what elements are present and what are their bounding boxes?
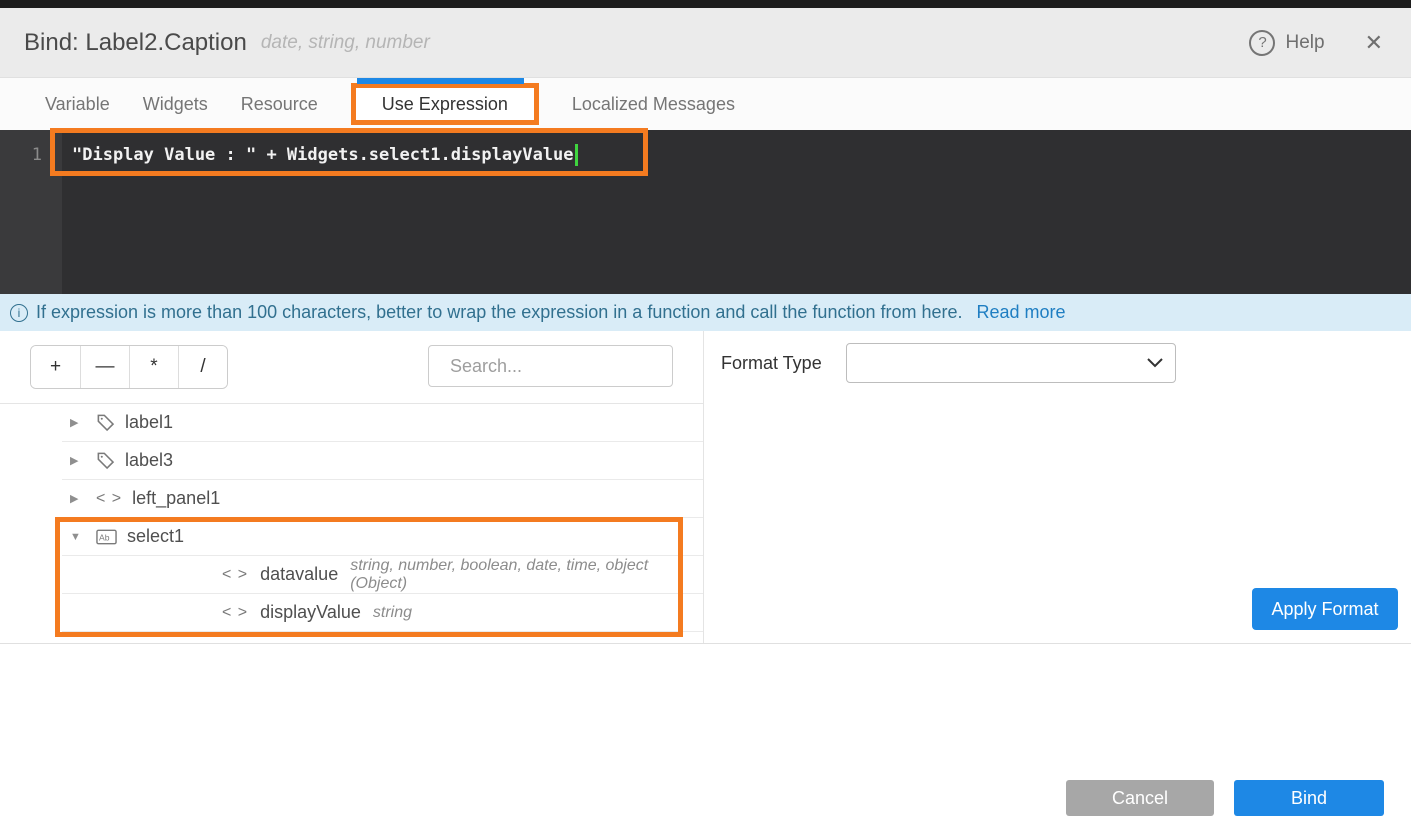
- tree-row-left-panel1[interactable]: ▶ < > left_panel1: [62, 480, 703, 518]
- tree-item-label[interactable]: displayValue: [260, 602, 361, 623]
- info-message: If expression is more than 100 character…: [36, 302, 963, 323]
- divide-operator-button[interactable]: /: [178, 346, 227, 388]
- select-widget-icon: Ab: [96, 529, 117, 545]
- search-box[interactable]: [428, 345, 673, 387]
- tree-item-label[interactable]: left_panel1: [132, 488, 220, 509]
- main-area: + — * / ▶: [0, 331, 1411, 643]
- help-label[interactable]: Help: [1285, 32, 1324, 54]
- tree-row-datavalue[interactable]: < > datavalue string, number, boolean, d…: [62, 556, 703, 594]
- bind-dialog: Bind: Label2.Caption date, string, numbe…: [0, 0, 1411, 838]
- tag-icon: [96, 451, 115, 470]
- dialog-footer: Cancel Bind: [0, 643, 1411, 838]
- format-type-label: Format Type: [721, 353, 822, 374]
- text-cursor: [575, 144, 578, 166]
- dialog-titlebar: Bind: Label2.Caption date, string, numbe…: [0, 8, 1411, 78]
- widget-tree: ▶ label1 ▶ label3: [0, 404, 703, 632]
- plus-operator-button[interactable]: +: [31, 346, 80, 388]
- tree-row-displayvalue[interactable]: < > displayValue string: [62, 594, 703, 632]
- minus-operator-button[interactable]: —: [80, 346, 129, 388]
- tree-row-label1[interactable]: ▶ label1: [62, 404, 703, 442]
- cancel-button[interactable]: Cancel: [1066, 780, 1214, 816]
- line-number: 1: [0, 145, 62, 165]
- info-icon: i: [10, 304, 28, 322]
- tab-resource[interactable]: Resource: [241, 94, 318, 115]
- tree-item-label[interactable]: datavalue: [260, 564, 338, 585]
- multiply-operator-button[interactable]: *: [129, 346, 178, 388]
- operator-button-group: + — * /: [30, 345, 228, 389]
- tab-variable[interactable]: Variable: [45, 94, 110, 115]
- help-button[interactable]: ? Help: [1249, 30, 1324, 56]
- dialog-subtitle-types: date, string, number: [261, 32, 430, 54]
- tree-item-label[interactable]: select1: [127, 526, 184, 547]
- tree-row-select1[interactable]: ▼ Ab select1: [62, 518, 703, 556]
- active-tab-indicator: [357, 78, 524, 84]
- background-app-strip: [0, 0, 1411, 8]
- format-type-select-wrap: [846, 343, 1176, 383]
- tab-use-expression[interactable]: Use Expression: [351, 83, 539, 125]
- close-icon[interactable]: ✕: [1365, 30, 1383, 56]
- tree-item-label[interactable]: label3: [125, 450, 173, 471]
- type-hint: string, number, boolean, date, time, obj…: [350, 557, 703, 593]
- tab-widgets[interactable]: Widgets: [143, 94, 208, 115]
- svg-text:Ab: Ab: [99, 532, 110, 542]
- property-icon: < >: [222, 566, 248, 584]
- tree-toolbar: + — * /: [0, 331, 703, 404]
- expand-arrow-icon[interactable]: ▶: [70, 454, 84, 467]
- expand-arrow-icon[interactable]: ▶: [70, 492, 84, 505]
- format-panel: Format Type Apply Format: [704, 331, 1411, 643]
- apply-format-button[interactable]: Apply Format: [1252, 588, 1398, 630]
- editor-line-1[interactable]: 1 "Display Value : " + Widgets.select1.d…: [0, 130, 1411, 176]
- tree-row-label3[interactable]: ▶ label3: [62, 442, 703, 480]
- info-bar: i If expression is more than 100 charact…: [0, 294, 1411, 331]
- dialog-title: Bind: Label2.Caption: [24, 29, 247, 57]
- tab-bar: Variable Widgets Resource Use Expression…: [0, 78, 1411, 130]
- bind-button[interactable]: Bind: [1234, 780, 1384, 816]
- expand-arrow-icon[interactable]: ▶: [70, 416, 84, 429]
- tag-icon: [96, 413, 115, 432]
- expression-code[interactable]: "Display Value : " + Widgets.select1.dis…: [62, 145, 574, 165]
- property-icon: < >: [222, 604, 248, 622]
- code-icon: < >: [96, 490, 122, 508]
- expression-editor[interactable]: 1 "Display Value : " + Widgets.select1.d…: [0, 130, 1411, 294]
- type-hint: string: [373, 604, 412, 622]
- format-type-select[interactable]: [846, 343, 1176, 383]
- collapse-arrow-icon[interactable]: ▼: [70, 531, 84, 543]
- search-input[interactable]: [450, 356, 682, 377]
- tab-localized-messages[interactable]: Localized Messages: [572, 94, 735, 115]
- tree-item-label[interactable]: label1: [125, 412, 173, 433]
- help-icon[interactable]: ?: [1249, 30, 1275, 56]
- tab-use-expression-label: Use Expression: [382, 94, 508, 115]
- read-more-link[interactable]: Read more: [977, 302, 1066, 323]
- widget-tree-panel: + — * / ▶: [0, 331, 703, 643]
